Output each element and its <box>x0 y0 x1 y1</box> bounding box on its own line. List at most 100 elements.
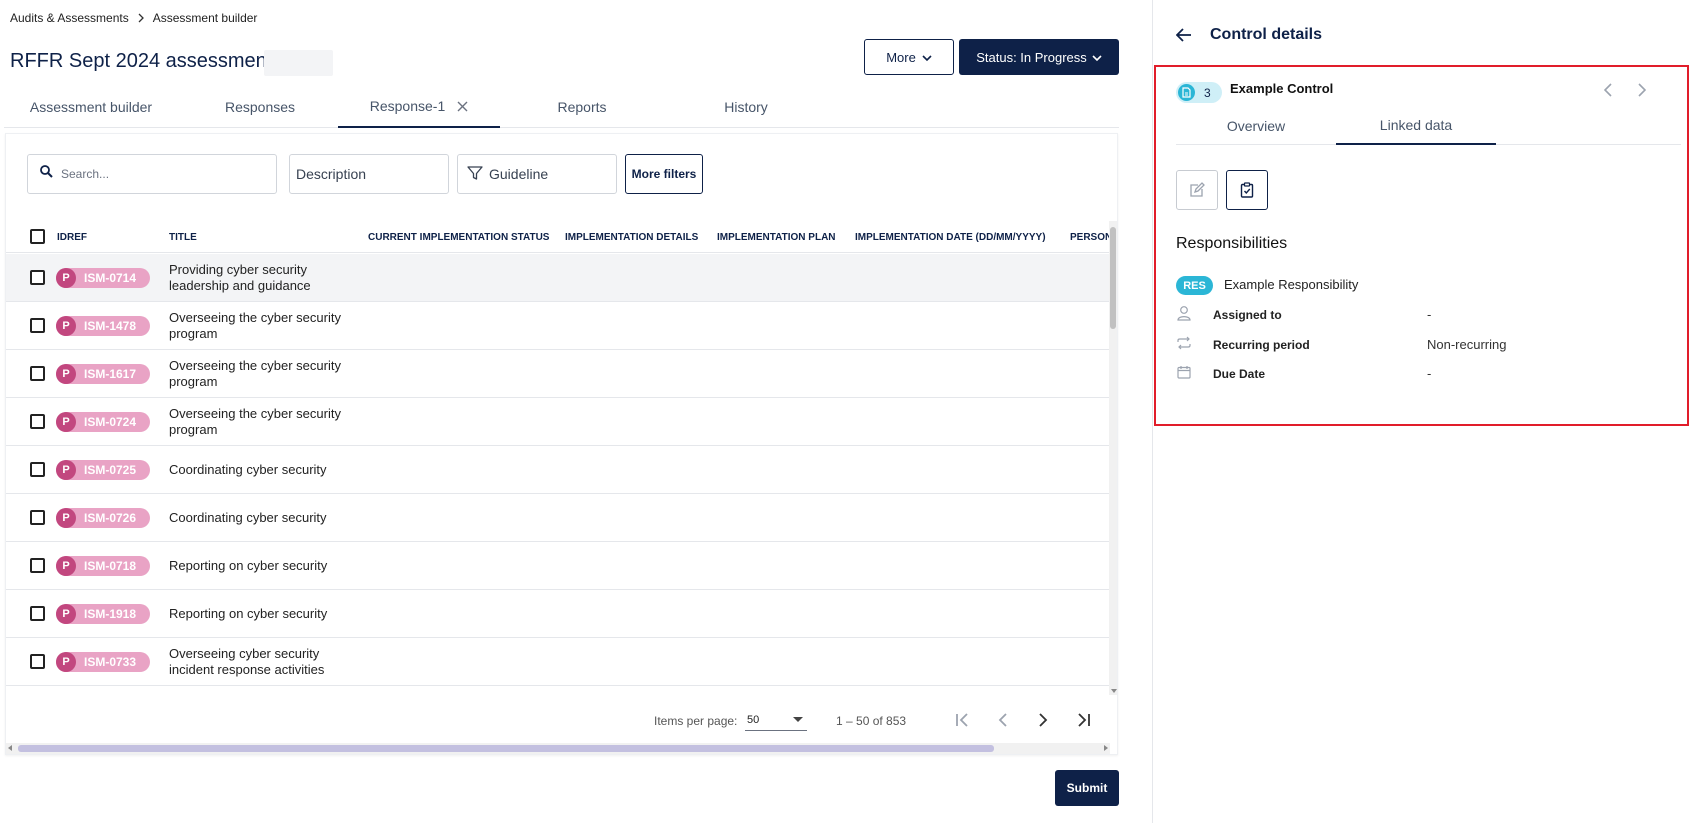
back-button[interactable] <box>1173 24 1195 46</box>
next-control-button[interactable] <box>1632 80 1652 100</box>
vertical-scrollbar[interactable] <box>1109 221 1117 695</box>
table-row[interactable]: P ISM-0714 Providing cyber security lead… <box>6 254 1110 302</box>
row-checkbox[interactable] <box>30 414 45 429</box>
responsibilities-heading: Responsibilities <box>1176 235 1288 252</box>
row-checkbox[interactable] <box>30 510 45 525</box>
table-row[interactable]: P ISM-1918 Reporting on cyber security <box>6 590 1110 638</box>
row-title: Overseeing the cyber security program <box>169 406 341 437</box>
column-header-implementation-date[interactable]: IMPLEMENTATION DATE (DD/MM/YYYY) <box>855 232 1046 243</box>
tab-history[interactable]: History <box>664 86 828 127</box>
idref-chip[interactable]: P ISM-0725 <box>56 460 150 480</box>
tab-response-1[interactable]: Response-1 <box>338 86 500 128</box>
items-per-page-select[interactable]: 50 <box>745 709 807 731</box>
row-checkbox[interactable] <box>30 654 45 669</box>
table-row[interactable]: P ISM-1478 Overseeing the cyber security… <box>6 302 1110 350</box>
control-name: Example Control <box>1230 81 1334 96</box>
user-icon <box>1176 305 1192 321</box>
breadcrumb-parent-link[interactable]: Audits & Assessments <box>10 11 129 25</box>
table-row[interactable]: P ISM-0724 Overseeing the cyber security… <box>6 398 1110 446</box>
priority-badge: P <box>56 556 76 576</box>
previous-page-button[interactable] <box>990 707 1016 733</box>
idref-chip[interactable]: P ISM-1617 <box>56 364 150 384</box>
tab-responses[interactable]: Responses <box>178 86 342 127</box>
close-icon[interactable] <box>457 101 468 112</box>
table-body: P ISM-0714 Providing cyber security lead… <box>6 254 1110 695</box>
submit-button[interactable]: Submit <box>1055 770 1119 806</box>
tab-linked-data[interactable]: Linked data <box>1336 107 1496 145</box>
row-title: Reporting on cyber security <box>169 558 328 573</box>
table-row[interactable]: P ISM-0726 Coordinating cyber security <box>6 494 1110 542</box>
scroll-down-arrow-icon[interactable] <box>1111 689 1117 693</box>
tab-overview[interactable]: Overview <box>1176 107 1336 145</box>
priority-badge: P <box>56 652 76 672</box>
more-button[interactable]: More <box>864 39 954 75</box>
previous-control-button[interactable] <box>1598 80 1618 100</box>
idref-chip[interactable]: P ISM-0733 <box>56 652 150 672</box>
guideline-filter[interactable]: Guideline <box>457 154 617 194</box>
vertical-scrollbar-thumb[interactable] <box>1110 227 1116 329</box>
column-header-current-status[interactable]: CURRENT IMPLEMENTATION STATUS <box>368 232 549 243</box>
table-row[interactable]: P ISM-1617 Overseeing the cyber security… <box>6 350 1110 398</box>
tab-reports[interactable]: Reports <box>500 86 664 127</box>
chevron-right-icon <box>1039 713 1048 727</box>
scroll-right-arrow-icon[interactable] <box>1104 745 1108 751</box>
horizontal-scrollbar[interactable] <box>6 743 1110 754</box>
chevron-left-icon <box>1604 83 1612 97</box>
recurring-period-row: Recurring period Non-recurring <box>1176 335 1656 355</box>
row-checkbox[interactable] <box>30 558 45 573</box>
panel-tab-bar: Overview Linked data <box>1176 107 1681 145</box>
column-header-implementation-plan[interactable]: IMPLEMENTATION PLAN <box>717 232 836 243</box>
responsibility-name[interactable]: Example Responsibility <box>1224 277 1358 292</box>
row-checkbox[interactable] <box>30 606 45 621</box>
column-header-implementation-details[interactable]: IMPLEMENTATION DETAILS <box>565 232 698 243</box>
column-header-title[interactable]: TITLE <box>169 232 197 243</box>
responses-table-card: Description Guideline More filters IDREF… <box>5 133 1118 755</box>
last-page-button[interactable] <box>1070 707 1096 733</box>
next-page-button[interactable] <box>1030 707 1056 733</box>
search-input[interactable] <box>61 167 251 181</box>
panel-title: Control details <box>1210 26 1323 43</box>
chevron-down-icon <box>922 50 932 65</box>
horizontal-scrollbar-thumb[interactable] <box>18 745 994 752</box>
table-header: IDREF TITLE CURRENT IMPLEMENTATION STATU… <box>6 221 1110 253</box>
select-all-checkbox[interactable] <box>30 229 45 244</box>
column-header-person[interactable]: PERSON <box>1070 232 1110 243</box>
checklist-button[interactable] <box>1226 170 1268 210</box>
page-title: RFFR Sept 2024 assessment <box>10 50 273 72</box>
row-checkbox[interactable] <box>30 318 45 333</box>
table-row[interactable]: P ISM-0725 Coordinating cyber security <box>6 446 1110 494</box>
idref-code: ISM-1918 <box>84 607 137 621</box>
idref-chip[interactable]: P ISM-1918 <box>56 604 150 624</box>
guideline-filter-label: Guideline <box>489 166 549 182</box>
scroll-left-arrow-icon[interactable] <box>8 745 12 751</box>
idref-chip[interactable]: P ISM-0714 <box>56 268 150 288</box>
chevron-left-icon <box>998 713 1007 727</box>
description-filter[interactable]: Description <box>289 154 449 194</box>
search-field[interactable] <box>27 154 277 194</box>
idref-chip[interactable]: P ISM-1478 <box>56 316 150 336</box>
description-filter-label: Description <box>296 166 367 182</box>
tab-label: Reports <box>557 98 607 115</box>
priority-badge: P <box>56 508 76 528</box>
table-row[interactable]: P ISM-0718 Reporting on cyber security <box>6 542 1110 590</box>
title-placeholder <box>264 50 333 76</box>
more-filters-button[interactable]: More filters <box>625 154 703 194</box>
idref-code: ISM-0724 <box>84 415 137 429</box>
row-title: Coordinating cyber security <box>169 462 327 477</box>
edit-button[interactable] <box>1176 170 1218 210</box>
idref-chip[interactable]: P ISM-0726 <box>56 508 150 528</box>
idref-chip[interactable]: P ISM-0718 <box>56 556 150 576</box>
status-label: Status: In Progress <box>976 49 1087 65</box>
row-checkbox[interactable] <box>30 270 45 285</box>
due-date-label: Due Date <box>1213 367 1266 381</box>
row-checkbox[interactable] <box>30 462 45 477</box>
first-page-button[interactable] <box>950 707 976 733</box>
column-header-idref[interactable]: IDREF <box>57 232 87 243</box>
status-dropdown-button[interactable]: Status: In Progress <box>959 39 1119 75</box>
last-page-icon <box>1078 713 1090 727</box>
row-checkbox[interactable] <box>30 366 45 381</box>
idref-chip[interactable]: P ISM-0724 <box>56 412 150 432</box>
idref-code: ISM-0718 <box>84 559 137 573</box>
table-row[interactable]: P ISM-0733 Overseeing cyber security inc… <box>6 638 1110 686</box>
tab-assessment-builder[interactable]: Assessment builder <box>4 86 178 127</box>
